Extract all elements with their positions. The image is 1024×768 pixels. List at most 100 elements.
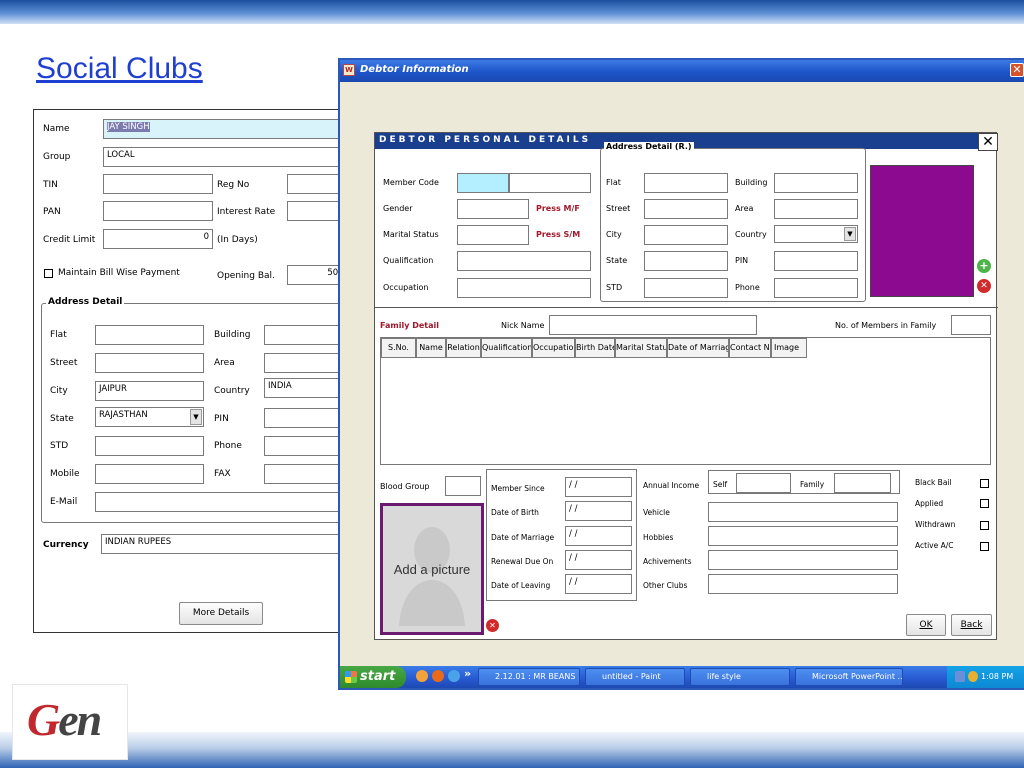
quicklaunch-chrome-icon[interactable]	[416, 670, 428, 682]
withdrawn-label: Withdrawn	[915, 520, 956, 529]
country-field[interactable]: INDIA	[264, 378, 349, 398]
pin-field[interactable]	[264, 408, 349, 428]
window-close-icon[interactable]: ✕	[1010, 63, 1024, 77]
flat-field[interactable]	[95, 325, 204, 345]
family-detail-label: Family Detail	[380, 321, 439, 330]
std-label: STD	[50, 441, 69, 451]
task-mr-beans[interactable]: 2.12.01 : MR BEANS ...	[478, 668, 580, 686]
win-country-dropdown-icon[interactable]: ▼	[844, 227, 856, 241]
panel-close-icon[interactable]: ✕	[978, 133, 998, 151]
ok-button[interactable]: OK	[906, 614, 946, 636]
active-ac-checkbox[interactable]	[980, 542, 989, 551]
leaving-field[interactable]: / /	[565, 574, 632, 594]
pan-field[interactable]	[103, 201, 213, 221]
family-income-field[interactable]	[834, 473, 891, 493]
win-street-field[interactable]	[644, 199, 728, 219]
col-name[interactable]: Name	[416, 338, 446, 358]
credit-limit-field[interactable]: 0	[103, 229, 213, 249]
address-detail-legend: Address Detail	[46, 297, 125, 307]
hobbies-field[interactable]	[708, 526, 898, 546]
city-label: City	[50, 386, 68, 396]
col-date-of-marriage[interactable]: Date of Marriage	[667, 338, 729, 358]
quicklaunch-ie-icon[interactable]	[448, 670, 460, 682]
col-image[interactable]: Image	[771, 338, 807, 358]
win-std-field[interactable]	[644, 278, 728, 298]
nick-name-label: Nick Name	[501, 321, 545, 330]
street-field[interactable]	[95, 353, 204, 373]
black-bail-checkbox[interactable]	[980, 479, 989, 488]
withdrawn-checkbox[interactable]	[980, 521, 989, 530]
fax-field[interactable]	[264, 464, 349, 484]
win-city-field[interactable]	[644, 225, 728, 245]
occupation-field[interactable]	[457, 278, 591, 298]
mobile-field[interactable]	[95, 464, 204, 484]
building-field[interactable]	[264, 325, 349, 345]
vehicle-field[interactable]	[708, 502, 898, 522]
marital-status-field[interactable]	[457, 225, 529, 245]
task-paint[interactable]: untitled - Paint	[585, 668, 685, 686]
self-income-field[interactable]	[736, 473, 791, 493]
tin-field[interactable]	[103, 174, 213, 194]
add-photo-icon[interactable]: +	[977, 259, 991, 273]
win-state-field[interactable]	[644, 251, 728, 271]
col-occupation[interactable]: Occupation	[532, 338, 575, 358]
back-button[interactable]: Back	[951, 614, 992, 636]
member-code-field[interactable]	[509, 173, 591, 193]
col-marital-status[interactable]: Marital Status	[615, 338, 667, 358]
group-field[interactable]: LOCAL	[103, 147, 353, 167]
gender-field[interactable]	[457, 199, 529, 219]
win-area-field[interactable]	[774, 199, 858, 219]
add-picture-box[interactable]: Add a picture	[380, 503, 484, 635]
std-field[interactable]	[95, 436, 204, 456]
state-select[interactable]: RAJASTHAN	[95, 407, 204, 427]
col-contact-no[interactable]: Contact No	[729, 338, 771, 358]
col-sno[interactable]: S.No.	[381, 338, 416, 358]
win-pin-field[interactable]	[774, 251, 858, 271]
task-life-style[interactable]: life style	[690, 668, 790, 686]
quicklaunch-overflow[interactable]: »	[464, 667, 471, 680]
name-field[interactable]: JAY SINGH	[103, 119, 353, 139]
more-details-button[interactable]: More Details	[179, 602, 263, 625]
email-field[interactable]	[95, 492, 349, 512]
credit-limit-label: Credit Limit	[43, 235, 96, 245]
blood-group-field[interactable]	[445, 476, 481, 496]
qualification-field[interactable]	[457, 251, 591, 271]
area-field[interactable]	[264, 353, 349, 373]
col-birth-date[interactable]: Birth Date	[575, 338, 615, 358]
remove-photo-icon[interactable]: ✕	[977, 279, 991, 293]
members-count-field[interactable]	[951, 315, 991, 335]
marital-hint: Press S/M	[536, 230, 581, 239]
win-flat-field[interactable]	[644, 173, 728, 193]
other-clubs-field[interactable]	[708, 574, 898, 594]
member-photo[interactable]	[870, 165, 974, 297]
pan-label: PAN	[43, 207, 61, 217]
dom-field[interactable]: / /	[565, 526, 632, 546]
task-powerpoint[interactable]: Microsoft PowerPoint ...	[795, 668, 903, 686]
family-table[interactable]: S.No. Name Relation Qualification Occupa…	[380, 337, 991, 465]
state-dropdown-icon[interactable]: ▼	[190, 409, 202, 425]
win-country-label: Country	[735, 230, 767, 239]
currency-field[interactable]: INDIAN RUPEES	[101, 534, 351, 554]
renewal-field[interactable]: / /	[565, 550, 632, 570]
maintain-bill-checkbox[interactable]	[44, 269, 53, 278]
member-code-prefix-field[interactable]	[457, 173, 509, 193]
city-field[interactable]: JAIPUR	[95, 381, 204, 401]
phone-field[interactable]	[264, 436, 349, 456]
nick-name-field[interactable]	[549, 315, 757, 335]
achievements-field[interactable]	[708, 550, 898, 570]
win-street-label: Street	[606, 204, 631, 213]
quicklaunch-firefox-icon[interactable]	[432, 670, 444, 682]
remove-picture-icon[interactable]: ✕	[486, 619, 499, 632]
col-qualification[interactable]: Qualification	[481, 338, 532, 358]
col-relation[interactable]: Relation	[446, 338, 481, 358]
win-building-field[interactable]	[774, 173, 858, 193]
tray-network-icon[interactable]	[955, 671, 965, 682]
applied-checkbox[interactable]	[980, 499, 989, 508]
dob-field[interactable]: / /	[565, 501, 632, 521]
win-phone-field[interactable]	[774, 278, 858, 298]
member-since-field[interactable]: / /	[565, 477, 632, 497]
window-title: Debtor Information	[360, 64, 469, 75]
mobile-label: Mobile	[50, 469, 80, 479]
tray-messenger-icon[interactable]	[968, 671, 978, 682]
windows-logo-icon	[345, 671, 357, 683]
